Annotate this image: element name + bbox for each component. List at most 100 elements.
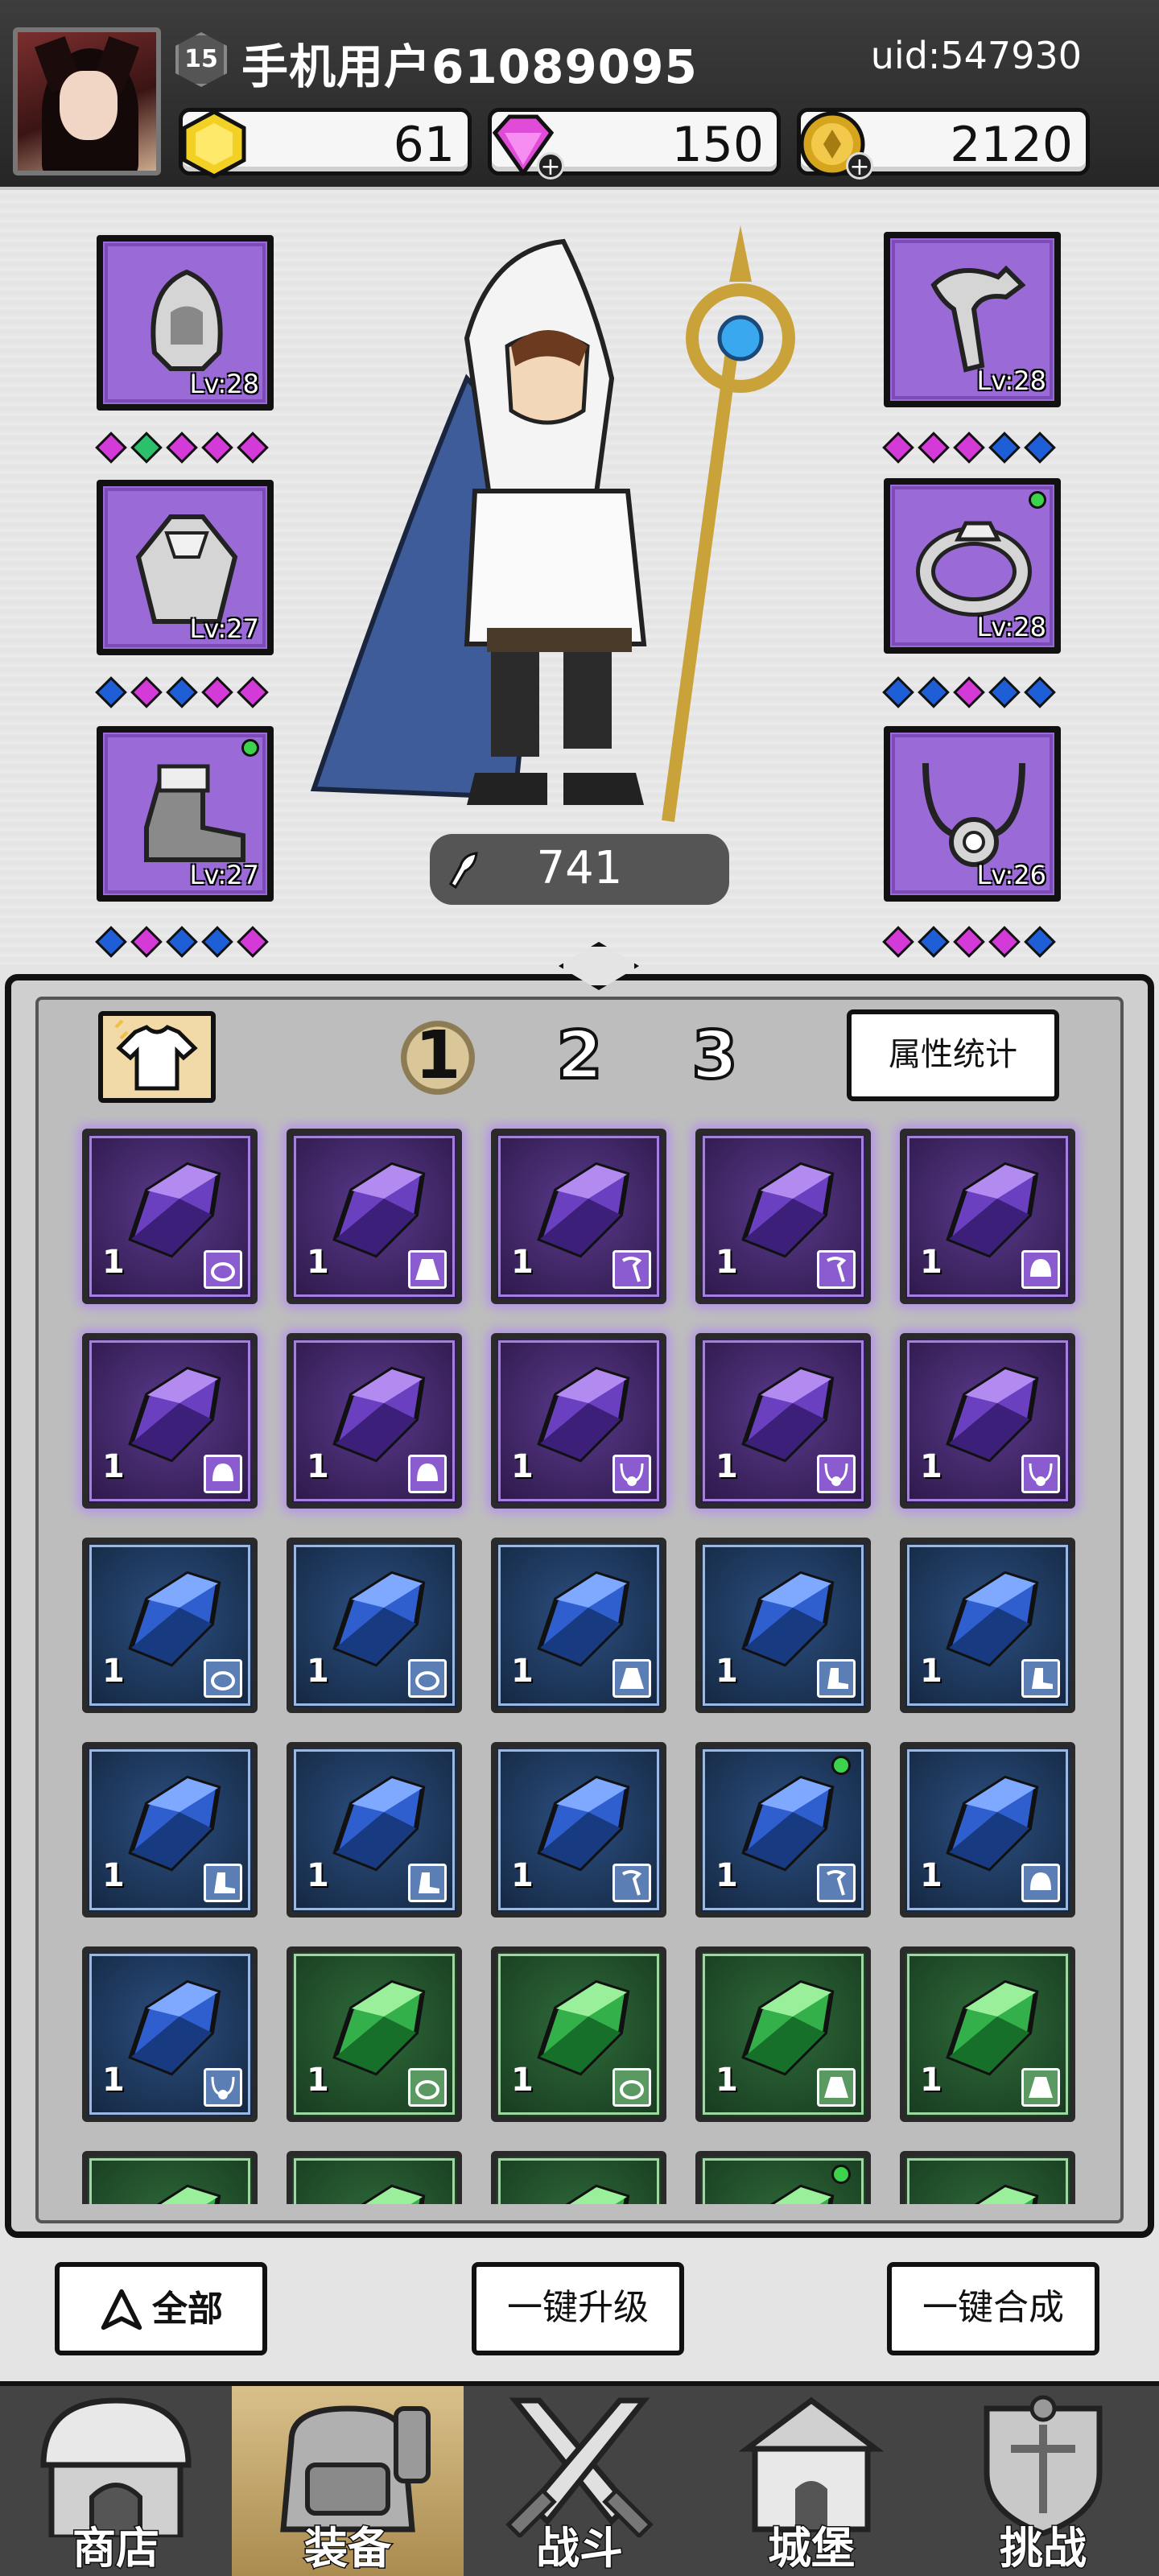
cloak-icon [824, 2077, 848, 2098]
gem-icon [201, 926, 233, 958]
inventory-item[interactable] [287, 2151, 462, 2204]
nav-label: 战斗 [535, 2522, 625, 2575]
helmet-gem-row [95, 431, 269, 464]
bag-page-tab-1[interactable]: 1 [396, 1016, 480, 1100]
bag-page-tab-2[interactable]: 2 [538, 1016, 621, 1100]
gem-icon [237, 926, 269, 958]
coin-currency[interactable]: + 2120 [797, 108, 1090, 180]
item-type-badge [612, 1455, 651, 1493]
gem-icon [988, 676, 1021, 708]
upgrade-all-button[interactable]: 一键升级 [472, 2262, 684, 2355]
inventory-item[interactable]: 1 [695, 1538, 871, 1713]
inventory-item[interactable] [82, 2151, 258, 2204]
gem-icon [988, 926, 1021, 958]
nav-tab-challenge[interactable]: 挑战 [927, 2386, 1159, 2576]
merge-all-button[interactable]: 一键合成 [887, 2262, 1099, 2355]
gem-icon [882, 676, 914, 708]
cloak-icon [415, 1259, 439, 1280]
item-count: 1 [102, 1653, 125, 1690]
inventory-item[interactable]: 1 [695, 1333, 871, 1509]
item-type-badge [1021, 1864, 1060, 1902]
item-type-badge [408, 1455, 447, 1493]
inventory-item[interactable]: 1 [695, 1129, 871, 1304]
equip-slot-helmet[interactable]: Lv:28 [97, 235, 274, 411]
equipment-filter-button[interactable] [98, 1011, 216, 1103]
inventory-item[interactable]: 1 [900, 1129, 1075, 1304]
nav-tab-equipment[interactable]: 装备 [232, 2386, 464, 2576]
inventory-item[interactable]: 1 [491, 1538, 666, 1713]
cloak-icon [135, 514, 238, 624]
inventory-item[interactable]: 1 [491, 1129, 666, 1304]
inventory-item[interactable]: 1 [695, 1742, 871, 1918]
inventory-item[interactable] [900, 2151, 1075, 2204]
item-type-badge [204, 1250, 242, 1289]
inventory-item[interactable] [695, 2151, 871, 2204]
gem-icon [918, 431, 950, 464]
helmet-icon [212, 1463, 233, 1481]
item-type-badge [612, 2068, 651, 2107]
add-coin-button[interactable]: + [846, 152, 873, 180]
inventory-item[interactable]: 1 [82, 1946, 258, 2122]
necklace-gem-row [882, 926, 1056, 958]
equip-slot-staff[interactable]: Lv:28 [884, 232, 1061, 407]
equip-level: Lv:28 [976, 612, 1046, 642]
add-diamond-button[interactable]: + [537, 152, 564, 180]
inventory-item[interactable]: 1 [287, 1129, 462, 1304]
item-count: 1 [716, 1244, 738, 1281]
top-bar: 15 手机用户61089095 uid:547930 61 + 150 + 21… [0, 0, 1159, 187]
boot-icon [214, 1872, 235, 1893]
inventory-item[interactable]: 1 [695, 1946, 871, 2122]
crystal-icon [156, 2184, 221, 2204]
inventory-item[interactable]: 1 [287, 1946, 462, 2122]
inventory-item[interactable]: 1 [491, 1742, 666, 1918]
crystal-icon [769, 2184, 835, 2204]
item-type-badge [817, 1250, 856, 1289]
inventory-item[interactable]: 1 [491, 1946, 666, 2122]
nav-tab-battle[interactable]: 战斗 [464, 2386, 695, 2576]
inventory-item[interactable]: 1 [82, 1538, 258, 1713]
inventory-item[interactable]: 1 [287, 1538, 462, 1713]
item-type-badge [204, 2068, 242, 2107]
inventory-item[interactable]: 1 [287, 1742, 462, 1918]
item-count: 1 [920, 1448, 942, 1485]
inventory-item[interactable]: 1 [82, 1129, 258, 1304]
inventory-item[interactable]: 1 [491, 1333, 666, 1509]
bag-page-tab-3[interactable]: 3 [673, 1016, 757, 1100]
filter-all-button[interactable]: 全部 [55, 2262, 267, 2355]
inventory-item[interactable]: 1 [900, 1946, 1075, 2122]
equip-slot-necklace[interactable]: Lv:26 [884, 726, 1061, 902]
equip-level: Lv:26 [976, 860, 1046, 890]
gem-icon [953, 926, 985, 958]
item-count: 1 [920, 1653, 942, 1690]
boot-icon [144, 764, 245, 862]
ring-icon [415, 1671, 439, 1690]
inventory-item[interactable] [491, 2151, 666, 2204]
inventory-item[interactable]: 1 [900, 1742, 1075, 1918]
item-count: 1 [511, 2062, 534, 2099]
inventory-item[interactable]: 1 [82, 1742, 258, 1918]
equip-slot-boot[interactable]: Lv:27 [97, 726, 274, 902]
player-avatar[interactable] [13, 27, 161, 175]
gem-icon [95, 676, 127, 708]
inventory-grid: 1 1 1 1 1 1 1 1 1 1 1 1 1 1 1 1 1 1 1 1 1 1 1 1 1 [32, 1117, 1119, 2204]
item-type-badge [612, 1659, 651, 1698]
nav-label: 城堡 [767, 2522, 856, 2575]
gem-icon [1024, 676, 1056, 708]
item-count: 1 [920, 2062, 942, 2099]
item-count: 1 [307, 1653, 329, 1690]
attribute-stats-button[interactable]: 属性统计 [847, 1009, 1059, 1101]
equip-slot-ring[interactable]: Lv:28 [884, 478, 1061, 654]
inventory-item[interactable]: 1 [900, 1333, 1075, 1509]
inventory-item[interactable]: 1 [287, 1333, 462, 1509]
item-count: 1 [716, 1653, 738, 1690]
ring-gem-row [882, 676, 1056, 708]
nav-tab-shop[interactable]: 商店 [0, 2386, 232, 2576]
staff-icon [621, 1870, 642, 1896]
inventory-item[interactable]: 1 [900, 1538, 1075, 1713]
gem-icon [1024, 926, 1056, 958]
nav-tab-castle[interactable]: 城堡 [695, 2386, 927, 2576]
equip-slot-cloak[interactable]: Lv:27 [97, 480, 274, 655]
staff-icon [621, 1257, 642, 1282]
diamond-currency[interactable]: + 150 [488, 108, 781, 180]
inventory-item[interactable]: 1 [82, 1333, 258, 1509]
